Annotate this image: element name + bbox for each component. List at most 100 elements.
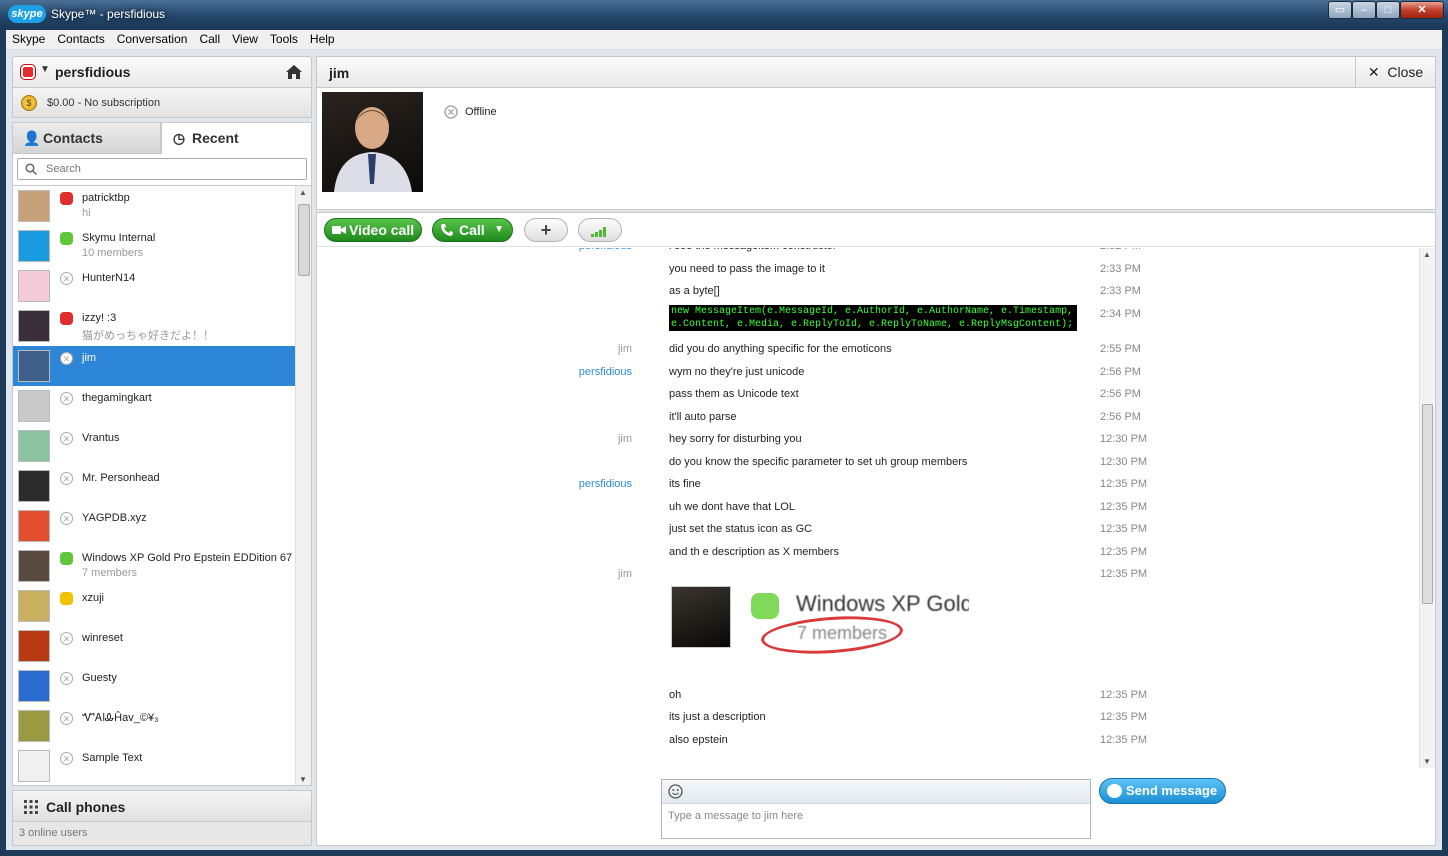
call-label: Call: [459, 222, 485, 238]
message-author[interactable]: jim: [618, 433, 632, 445]
menu-view[interactable]: View: [226, 30, 264, 49]
contact-row[interactable]: YAGPDB.xyz: [13, 506, 295, 546]
message-row: and th e description as X members 12:35 P…: [317, 546, 1417, 566]
call-button[interactable]: Call ▼: [432, 218, 513, 242]
credit-bar[interactable]: $ $0.00 - No subscription: [12, 88, 312, 118]
chat-area: Video call Call ▼ + persfidious i see the…: [316, 212, 1436, 846]
avatar: [18, 190, 50, 222]
call-phones-button[interactable]: Call phones: [12, 790, 312, 822]
online-users-bar: 3 online users: [12, 822, 312, 846]
emoticon-icon[interactable]: [668, 784, 683, 799]
message-time: 2:33 PM: [1100, 263, 1141, 275]
contact-row[interactable]: patricktbp hi: [13, 186, 295, 226]
chevron-down-icon[interactable]: ▼: [40, 64, 50, 75]
contact-row[interactable]: Sample Text: [13, 746, 295, 785]
video-call-button[interactable]: Video call: [324, 218, 422, 242]
scroll-down-icon[interactable]: ▼: [1423, 757, 1431, 766]
message-row: persfidious its fine 12:35 PM: [317, 478, 1417, 498]
close-label: Close: [1387, 64, 1424, 80]
menu-help[interactable]: Help: [304, 30, 341, 49]
contact-row[interactable]: jim: [13, 346, 295, 386]
menu-call[interactable]: Call: [193, 30, 226, 49]
contact-list-scrollbar[interactable]: ▲ ▼: [295, 186, 311, 785]
avatar: [18, 750, 50, 782]
scrollbar-thumb[interactable]: [298, 204, 310, 276]
message-author[interactable]: persfidious: [579, 478, 632, 490]
call-phones-label: Call phones: [46, 799, 126, 815]
profile-name[interactable]: persfidious: [55, 64, 130, 80]
contact-mood: hi: [82, 207, 91, 219]
message-time: 2:56 PM: [1100, 411, 1141, 423]
avatar: [18, 710, 50, 742]
search-input[interactable]: [17, 158, 307, 180]
status-group-icon: [60, 552, 73, 565]
message-text: did you do anything specific for the emo…: [669, 343, 892, 355]
close-icon[interactable]: ✕: [1400, 1, 1444, 19]
contact-row[interactable]: xzuji: [13, 586, 295, 626]
message-time: 12:35 PM: [1100, 734, 1148, 746]
contact-row[interactable]: Windows XP Gold Pro Epstein EDDition 67 7…: [13, 546, 295, 586]
status-offline-icon: [60, 752, 73, 765]
contact-row[interactable]: ᏉᎪlᎲĤav_©¥₃: [13, 706, 295, 746]
chat-bubble-icon: [1107, 784, 1122, 798]
contact-row[interactable]: winreset: [13, 626, 295, 666]
status-offline-icon: [60, 672, 73, 685]
maximize-icon[interactable]: □: [1376, 1, 1400, 19]
scrollbar-thumb[interactable]: [1422, 404, 1433, 604]
message-text: its fine: [669, 478, 701, 490]
contact-list[interactable]: patricktbp hi Skymu Internal 10 members Hunt…: [12, 186, 312, 786]
code-message: new MessageItem(e.MessageId, e.AuthorId,…: [669, 305, 1077, 331]
contact-row[interactable]: HunterN14: [13, 266, 295, 306]
message-text: and th e description as X members: [669, 546, 839, 558]
contact-name: Sample Text: [82, 752, 143, 764]
restore-icon[interactable]: ▭: [1328, 1, 1352, 19]
contact-mood: 猫がめっちゃ好きだよ！！: [82, 330, 214, 342]
message-author[interactable]: persfidious: [579, 366, 632, 378]
contact-row[interactable]: Mr. Personhead: [13, 466, 295, 506]
message-author[interactable]: jim: [618, 568, 632, 580]
message-text: oh: [669, 689, 682, 701]
scroll-up-icon[interactable]: ▲: [299, 188, 307, 197]
close-conversation-button[interactable]: ✕ Close: [1355, 57, 1435, 87]
add-button[interactable]: +: [524, 218, 568, 242]
message-input[interactable]: Type a message to jim here: [668, 810, 803, 822]
contact-row[interactable]: thegamingkart: [13, 386, 295, 426]
menu-conversation[interactable]: Conversation: [111, 30, 194, 49]
clock-icon: ◷: [172, 130, 186, 146]
video-camera-icon: [332, 226, 346, 234]
contact-row[interactable]: Vrantus: [13, 426, 295, 466]
status-offline-icon: [60, 632, 73, 645]
home-icon[interactable]: [285, 63, 303, 81]
red-circle-annotation: [759, 612, 905, 658]
menu-skype[interactable]: Skype: [6, 30, 51, 49]
send-message-button[interactable]: Send message: [1099, 778, 1226, 804]
contact-row[interactable]: izzy! :3 猫がめっちゃ好きだよ！！: [13, 306, 295, 346]
message-list[interactable]: persfidious i see the messageitem constru…: [317, 248, 1417, 768]
message-row: oh 12:35 PM: [317, 689, 1417, 709]
chat-scrollbar[interactable]: ▲ ▼: [1419, 248, 1435, 768]
menu-tools[interactable]: Tools: [264, 30, 304, 49]
message-author[interactable]: jim: [618, 343, 632, 355]
contact-name: thegamingkart: [82, 392, 152, 404]
message-text: wym no they're just unicode: [669, 366, 805, 378]
tab-recent[interactable]: ◷ Recent: [161, 122, 312, 154]
message-author[interactable]: persfidious: [579, 248, 632, 252]
image-message[interactable]: Windows XP Gold P 7 members: [669, 573, 969, 671]
message-time: 2:32 PM: [1100, 248, 1141, 252]
status-busy-icon[interactable]: [21, 65, 35, 79]
message-text: as a byte[]: [669, 285, 720, 297]
menu-contacts[interactable]: Contacts: [51, 30, 110, 49]
scroll-up-icon[interactable]: ▲: [1423, 250, 1431, 259]
scroll-down-icon[interactable]: ▼: [299, 775, 307, 784]
contact-row[interactable]: Skymu Internal 10 members: [13, 226, 295, 266]
contact-row[interactable]: Guesty: [13, 666, 295, 706]
contact-avatar[interactable]: [322, 92, 423, 192]
tab-contacts[interactable]: 👤 Contacts: [12, 122, 161, 154]
minimize-icon[interactable]: –: [1352, 1, 1376, 19]
chevron-down-icon[interactable]: ▼: [494, 219, 504, 241]
call-quality-button[interactable]: [578, 218, 622, 242]
message-row: persfidious wym no they're just unicode 2:…: [317, 366, 1417, 386]
contact-mood: 10 members: [82, 247, 144, 259]
profile-bar[interactable]: ▼ persfidious: [12, 56, 312, 88]
left-panel: ▼ persfidious $ $0.00 - No subscription …: [12, 56, 312, 846]
